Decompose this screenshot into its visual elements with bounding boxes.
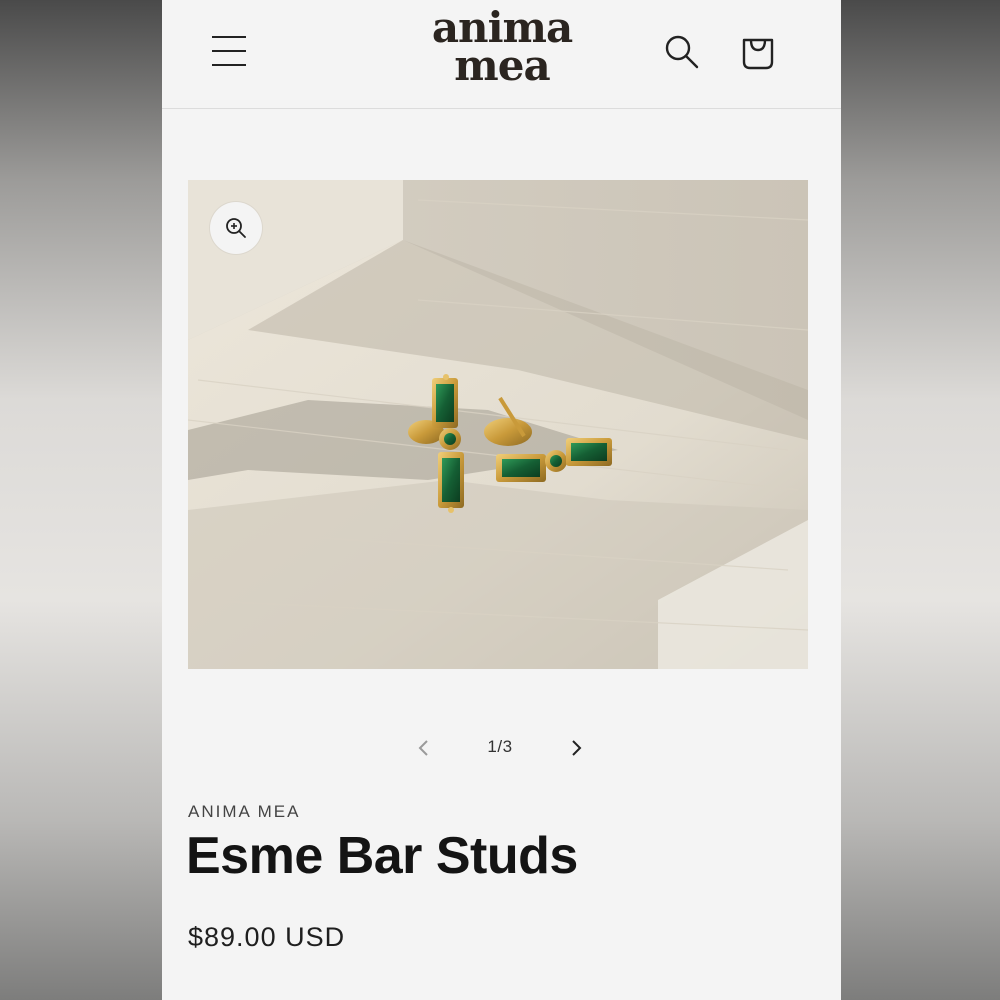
cart-button[interactable] [738, 32, 778, 72]
product-price: $89.00 USD [188, 922, 346, 952]
menu-button[interactable] [212, 34, 248, 68]
mobile-page: anima mea 1/3 ANIMA MEA Esme Bar Studs $… [162, 0, 841, 1000]
cart-bag-icon [742, 38, 774, 70]
slide-counter: 1/3 [487, 737, 513, 756]
product-image[interactable] [188, 180, 808, 669]
hamburger-menu-icon [212, 50, 246, 52]
previous-slide-button[interactable] [412, 736, 436, 760]
product-title: Esme Bar Studs [186, 827, 578, 885]
chevron-right-icon [572, 740, 582, 756]
chevron-left-icon [418, 740, 428, 756]
product-vendor: ANIMA MEA [188, 802, 301, 821]
background-left [0, 0, 162, 1000]
search-button[interactable] [662, 32, 702, 72]
hamburger-menu-icon [212, 36, 246, 38]
site-header: anima mea [162, 0, 841, 109]
search-icon [665, 35, 699, 69]
zoom-button[interactable] [210, 202, 262, 254]
gallery-pager: 1/3 [162, 728, 841, 768]
product-photo-earrings [188, 180, 808, 669]
next-slide-button[interactable] [564, 736, 588, 760]
background-right [841, 0, 1000, 1000]
store-logo[interactable]: anima mea [402, 7, 602, 87]
hamburger-menu-icon [212, 64, 246, 66]
zoom-in-icon [226, 218, 246, 238]
